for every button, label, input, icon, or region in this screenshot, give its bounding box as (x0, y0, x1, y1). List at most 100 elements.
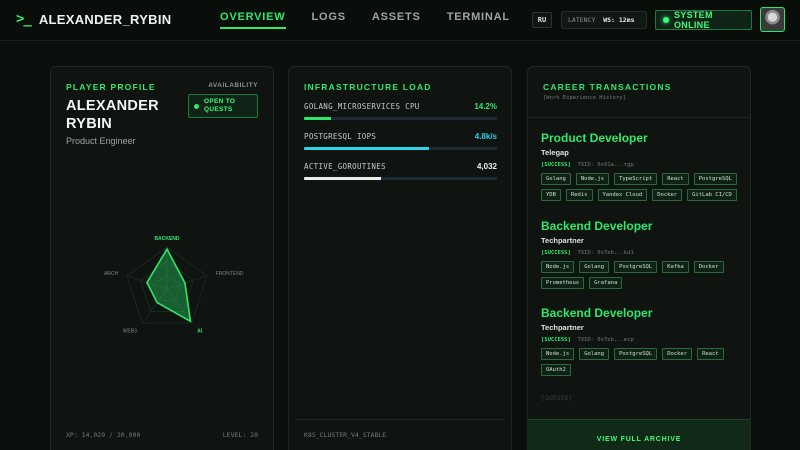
availability-dot-icon (194, 103, 199, 109)
top-bar: >_ ALEXANDER_RYBIN OVERVIEW LOGS ASSETS … (0, 0, 800, 41)
skill-radar-chart: BACKEND FRONTEND AI WEB3 ARCH (104, 236, 244, 335)
tech-tag: Node.js (541, 348, 575, 360)
tech-tag: Docker (662, 348, 693, 360)
profile-footer: XP: 14,029 / 20,000 LEVEL: 28 (66, 431, 258, 439)
metric-label: GOLANG_MICROSERVICES CPU (304, 102, 420, 111)
metric-value: 4,032 (476, 162, 497, 171)
divider (295, 419, 505, 420)
radar-axis-label: WEB3 (123, 328, 137, 334)
metric-label: POSTGRESQL IOPS (304, 132, 377, 141)
status-dot-icon (663, 17, 669, 23)
status-success: [SUCCESS] (541, 162, 571, 168)
availability-label: AVAILABILITY (208, 82, 258, 89)
metric-active-goroutines: ACTIVE_GOROUTINES 4,032 (304, 162, 497, 180)
radar-skill-area (146, 247, 192, 323)
job-title: Backend Developer (541, 219, 653, 233)
player-role: Product Engineer (66, 136, 136, 146)
logo-text: ALEXANDER_RYBIN (38, 11, 172, 27)
metric-bar-fill (304, 147, 430, 150)
status-success: [SUCCESS] (541, 337, 571, 343)
nav-overview[interactable]: OVERVIEW (220, 11, 286, 29)
metric-label: ACTIVE_GOROUTINES (304, 162, 386, 171)
tech-tag: TypeScript (614, 173, 658, 185)
transaction-id: TXID: 0x7eb...ecp (577, 337, 634, 343)
tech-tags: Node.js Golang PostgreSQL Kafka Docker Promet… (541, 261, 741, 289)
divider (528, 117, 750, 118)
transaction-id: TXID: 0x91a...tgp (577, 162, 634, 168)
main-nav: OVERVIEW LOGS ASSETS TERMINAL (220, 11, 510, 29)
career-transactions-panel: CAREER TRANSACTIONS [Work Experience His… (527, 66, 751, 450)
tech-tag: PostgreSQL (614, 348, 658, 360)
tech-tag: YDB (541, 189, 561, 201)
tech-tag: GitLab CI/CD (687, 189, 737, 201)
panel-title: CAREER TRANSACTIONS (543, 82, 672, 92)
metric-bar-fill (304, 177, 382, 180)
language-toggle[interactable]: RU (532, 12, 552, 28)
job-entry: Backend Developer Techpartner [SUCCESS] … (541, 306, 741, 376)
metric-bar (304, 147, 497, 150)
metric-bar-fill (304, 117, 332, 120)
nav-terminal[interactable]: TERMINAL (447, 11, 510, 29)
cluster-name: K8S_CLUSTER_V4_STABLE (304, 431, 387, 439)
queued-entry: [QUEUED] (541, 394, 573, 402)
latency-value: WS: 12ms (603, 16, 635, 24)
radar-axis-label: ARCH (104, 271, 119, 277)
tech-tag: Docker (693, 261, 724, 273)
radar-axis-label: AI (197, 328, 203, 334)
job-company: Techpartner (541, 236, 584, 245)
job-company: Telegap (541, 148, 569, 157)
tech-tag: Kafka (662, 261, 689, 273)
logo[interactable]: >_ ALEXANDER_RYBIN (16, 11, 171, 27)
tech-tag: React (662, 173, 689, 185)
job-entry: Backend Developer Techpartner [SUCCESS] … (541, 219, 741, 289)
tech-tag: Docker (652, 189, 683, 201)
tech-tag: Golang (541, 173, 571, 185)
panel-title: PLAYER PROFILE (66, 82, 156, 92)
panel-title: INFRASTRUCTURE LOAD (304, 82, 432, 92)
availability-badge: OPEN TO QUESTS (188, 94, 258, 118)
latency-indicator: LATENCY WS: 12ms (561, 11, 647, 29)
job-title: Product Developer (541, 131, 648, 145)
tech-tag: Prometheus (541, 277, 585, 289)
tech-tag: Golang (579, 261, 610, 273)
infrastructure-load-panel: INFRASTRUCTURE LOAD GOLANG_MICROSERVICES… (288, 66, 512, 450)
latency-label: LATENCY (568, 16, 596, 24)
tech-tag: React (697, 348, 724, 360)
system-status-text: SYSTEM ONLINE (673, 10, 713, 30)
status-success: [SUCCESS] (541, 250, 571, 256)
radar-axis-label: FRONTEND (216, 271, 244, 277)
job-company: Techpartner (541, 323, 584, 332)
metric-bar (304, 117, 497, 120)
nav-logs[interactable]: LOGS (312, 11, 346, 29)
view-archive-button[interactable]: VIEW FULL ARCHIVE (528, 419, 750, 450)
metric-value: 14.2% (474, 102, 497, 111)
tech-tags: Golang Node.js TypeScript React PostgreSQL YD… (541, 173, 741, 201)
job-status: [SUCCESS] TXID: 0x7eb...ecp (541, 337, 741, 343)
level-counter: LEVEL: 28 (222, 431, 258, 439)
nav-assets[interactable]: ASSETS (372, 11, 421, 29)
user-avatar[interactable] (760, 7, 785, 32)
player-profile-panel: PLAYER PROFILE AVAILABILITY ALEXANDER RY… (50, 66, 274, 450)
job-status: [SUCCESS] TXID: 0x7eb...kd1 (541, 250, 741, 256)
panel-subtitle: [Work Experience History] (543, 95, 626, 101)
availability-status: OPEN TO QUESTS (204, 98, 236, 113)
transaction-id: TXID: 0x7eb...kd1 (577, 250, 634, 256)
metric-value: 4.8k/s (474, 132, 497, 141)
metric-golang-cpu: GOLANG_MICROSERVICES CPU 14.2% (304, 102, 497, 120)
xp-counter: XP: 14,029 / 20,000 (66, 431, 141, 439)
radar-axis-label: BACKEND (155, 236, 180, 242)
tech-tag: Yandex Cloud (597, 189, 648, 201)
tech-tag: Golang (579, 348, 610, 360)
player-name: ALEXANDER RYBIN (66, 98, 159, 132)
terminal-prompt-icon: >_ (16, 11, 32, 27)
tech-tags: Node.js Golang PostgreSQL Docker React OAuth2 (541, 348, 741, 376)
tech-tag: Grafana (589, 277, 623, 289)
tech-tag: PostgreSQL (614, 261, 658, 273)
tech-tag: OAuth2 (541, 364, 571, 376)
system-status-badge: SYSTEM ONLINE (655, 10, 752, 30)
job-entry: Product Developer Telegap [SUCCESS] TXID… (541, 131, 741, 201)
tech-tag: Node.js (541, 261, 575, 273)
tech-tag: Node.js (575, 173, 610, 185)
metric-bar (304, 177, 497, 180)
job-status: [SUCCESS] TXID: 0x91a...tgp (541, 162, 741, 168)
